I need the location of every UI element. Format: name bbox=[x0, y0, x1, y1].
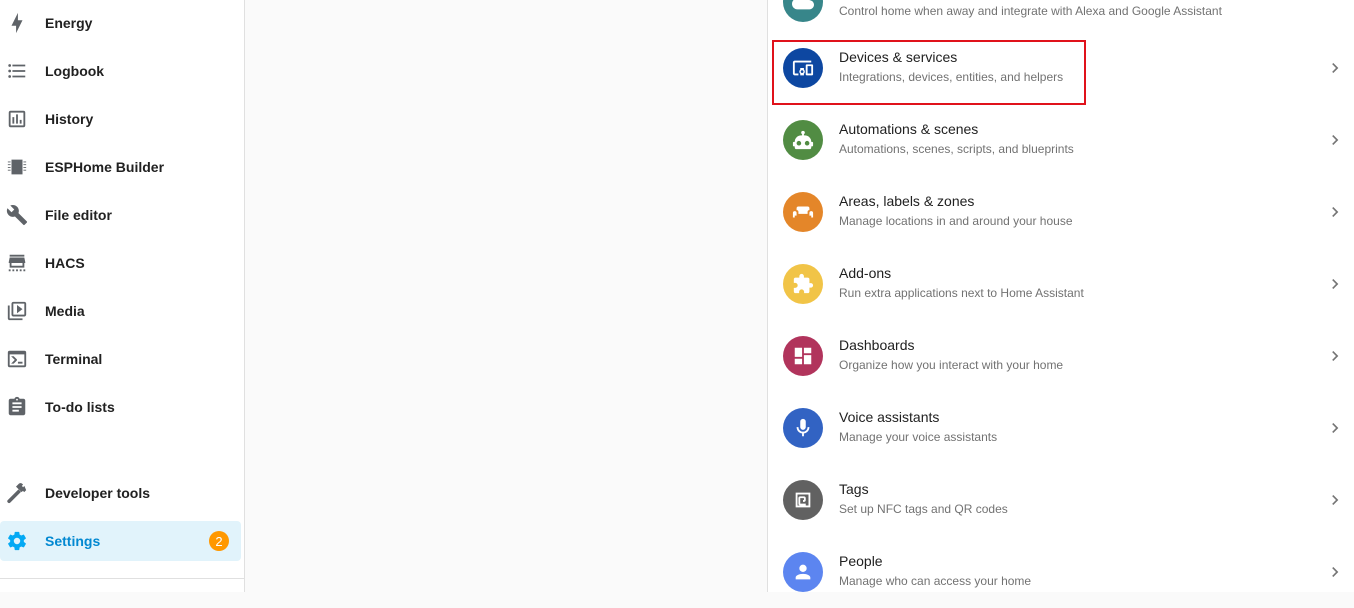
robot-icon bbox=[783, 120, 823, 160]
cloud-lock-icon bbox=[783, 0, 823, 22]
sidebar-item-label: Logbook bbox=[45, 63, 105, 79]
sidebar-item-developer-tools[interactable]: Developer tools bbox=[0, 473, 241, 513]
settings-item-devices-services[interactable]: Devices & services Integrations, devices… bbox=[768, 32, 1354, 104]
settings-item-description: Set up NFC tags and QR codes bbox=[839, 502, 1008, 516]
puzzle-icon bbox=[783, 264, 823, 304]
sidebar-item-logbook[interactable]: Logbook bbox=[0, 51, 241, 91]
settings-item-title: Areas, labels & zones bbox=[839, 193, 975, 209]
chevron-right-icon bbox=[1325, 0, 1345, 4]
console-icon bbox=[5, 347, 29, 371]
chevron-right-icon bbox=[1325, 490, 1345, 510]
hammer-icon bbox=[5, 481, 29, 505]
settings-item-description: Manage your voice assistants bbox=[839, 430, 998, 444]
sidebar-item-energy[interactable]: Energy bbox=[0, 3, 241, 43]
chevron-right-icon bbox=[1325, 202, 1345, 222]
devices-icon bbox=[783, 48, 823, 88]
view-dashboard-icon bbox=[783, 336, 823, 376]
settings-item-dashboards[interactable]: Dashboards Organize how you interact wit… bbox=[768, 320, 1354, 392]
chevron-right-icon bbox=[1325, 58, 1345, 78]
chip-icon bbox=[5, 155, 29, 179]
settings-item-description: Run extra applications next to Home Assi… bbox=[839, 286, 1084, 300]
sidebar-item-label: To-do lists bbox=[45, 399, 115, 415]
chevron-right-icon bbox=[1325, 346, 1345, 366]
settings-item-title: Tags bbox=[839, 481, 869, 497]
settings-item-title: Devices & services bbox=[839, 49, 958, 65]
wrench-icon bbox=[5, 203, 29, 227]
sidebar: Energy Logbook History ESPHome Builder F… bbox=[0, 0, 245, 592]
settings-item-description: Manage locations in and around your hous… bbox=[839, 214, 1073, 228]
sidebar-item-esphome-builder[interactable]: ESPHome Builder bbox=[0, 147, 241, 187]
sidebar-item-media[interactable]: Media bbox=[0, 291, 241, 331]
sidebar-item-history[interactable]: History bbox=[0, 99, 241, 139]
settings-item-description: Control home when away and integrate wit… bbox=[839, 4, 1222, 18]
chevron-right-icon bbox=[1325, 418, 1345, 438]
hacs-store-icon bbox=[5, 251, 29, 275]
sidebar-item-label: Settings bbox=[45, 533, 101, 549]
chevron-right-icon bbox=[1325, 562, 1345, 582]
account-icon bbox=[783, 552, 823, 592]
sidebar-item-todo-lists[interactable]: To-do lists bbox=[0, 387, 241, 427]
sidebar-item-file-editor[interactable]: File editor bbox=[0, 195, 241, 235]
sidebar-item-label: HACS bbox=[45, 255, 85, 271]
settings-item-description: Automations, scenes, scripts, and bluepr… bbox=[839, 142, 1074, 156]
sidebar-item-label: Terminal bbox=[45, 351, 103, 367]
settings-item-title: People bbox=[839, 553, 883, 569]
format-list-bulleted-icon bbox=[5, 59, 29, 83]
sidebar-divider bbox=[0, 578, 244, 579]
chevron-right-icon bbox=[1325, 130, 1345, 150]
settings-item-description: Organize how you interact with your home bbox=[839, 358, 1064, 372]
microphone-icon bbox=[783, 408, 823, 448]
settings-item-description: Manage who can access your home bbox=[839, 574, 1032, 588]
settings-item-title: Voice assistants bbox=[839, 409, 940, 425]
settings-item-voice-assistants[interactable]: Voice assistants Manage your voice assis… bbox=[768, 392, 1354, 464]
settings-list: Control home when away and integrate wit… bbox=[767, 0, 1354, 592]
sidebar-item-label: ESPHome Builder bbox=[45, 159, 165, 175]
play-box-multiple-icon bbox=[5, 299, 29, 323]
settings-item-add-ons[interactable]: Add-ons Run extra applications next to H… bbox=[768, 248, 1354, 320]
sidebar-item-label: Media bbox=[45, 303, 85, 319]
sidebar-item-terminal[interactable]: Terminal bbox=[0, 339, 241, 379]
sidebar-item-label: Energy bbox=[45, 15, 93, 31]
settings-item-title: Dashboards bbox=[839, 337, 915, 353]
sidebar-item-label: History bbox=[45, 111, 94, 127]
cog-icon bbox=[5, 529, 29, 553]
settings-item-automations-scenes[interactable]: Automations & scenes Automations, scenes… bbox=[768, 104, 1354, 176]
sidebar-item-hacs[interactable]: HACS bbox=[0, 243, 241, 283]
settings-item-title: Automations & scenes bbox=[839, 121, 979, 137]
chevron-right-icon bbox=[1325, 274, 1345, 294]
lightning-bolt-icon bbox=[5, 11, 29, 35]
settings-item-description: Integrations, devices, entities, and hel… bbox=[839, 70, 1064, 84]
settings-item-areas-labels-zones[interactable]: Areas, labels & zones Manage locations i… bbox=[768, 176, 1354, 248]
nfc-icon bbox=[783, 480, 823, 520]
sidebar-item-settings[interactable]: Settings 2 bbox=[0, 521, 241, 561]
sidebar-item-label: File editor bbox=[45, 207, 112, 223]
settings-item-title: Add-ons bbox=[839, 265, 892, 281]
sofa-icon bbox=[783, 192, 823, 232]
settings-item-tags[interactable]: Tags Set up NFC tags and QR codes bbox=[768, 464, 1354, 536]
settings-item-people[interactable]: People Manage who can access your home bbox=[768, 536, 1354, 608]
clipboard-list-icon bbox=[5, 395, 29, 419]
notification-badge: 2 bbox=[209, 531, 229, 551]
chart-box-icon bbox=[5, 107, 29, 131]
sidebar-item-label: Developer tools bbox=[45, 485, 151, 501]
